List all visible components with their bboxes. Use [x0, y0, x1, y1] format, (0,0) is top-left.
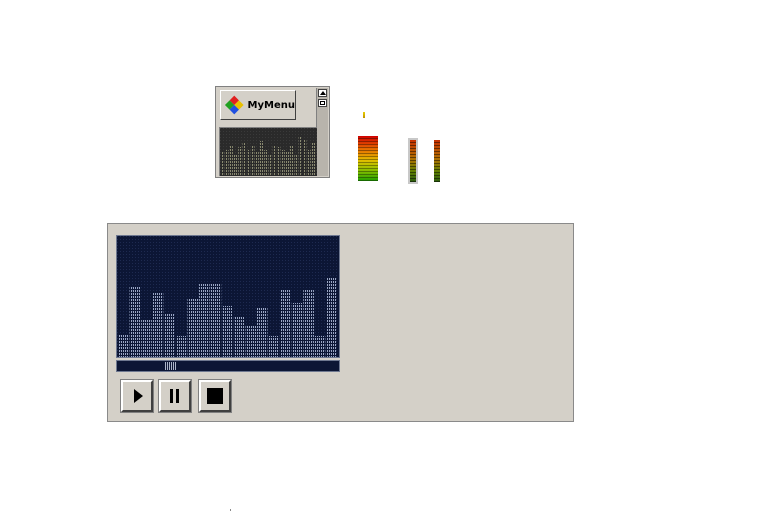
pause-button[interactable] [158, 379, 192, 413]
spectrum-bar-6 [175, 336, 187, 357]
mymenu-label: MyMenu [247, 99, 295, 111]
mini-spectrum-bar-17 [290, 145, 294, 176]
spectrum-bar-12 [245, 325, 256, 357]
player-panel [107, 223, 574, 422]
scroll-up-arrow-icon[interactable] [318, 89, 327, 97]
mini-spectrum-bar-11 [264, 150, 268, 176]
mini-spectrum-bar-8 [251, 145, 255, 176]
stop-button[interactable] [198, 379, 232, 413]
spectrum-bar-14 [268, 336, 280, 357]
mini-spectrum-bar-15 [281, 150, 285, 176]
stray-pixel [230, 509, 231, 511]
spectrum-bar-15 [280, 289, 291, 357]
mini-spectrum-bar-1 [221, 152, 225, 176]
mini-spectrum-bar-4 [234, 154, 238, 176]
spectrum-bar-17 [303, 289, 314, 357]
mini-spectrum-bar-20 [303, 139, 307, 176]
mini-spectrum-bar-16 [285, 152, 290, 176]
mini-spectrum-bar-7 [246, 150, 251, 176]
spectrum-bar-1 [118, 334, 129, 357]
mini-spectrum-bar-19 [298, 136, 302, 176]
mini-scrollbar[interactable] [316, 88, 328, 176]
mini-spectrum-bar-2 [225, 150, 229, 176]
left-level-meter [408, 138, 418, 184]
spectrum-bar-19 [326, 277, 337, 357]
mini-spectrum-bar-9 [255, 152, 259, 176]
spectrum-bar-18 [314, 336, 326, 357]
seek-thumb[interactable] [165, 362, 177, 370]
spectrum-bar-8 [199, 283, 210, 357]
spectrum-bar-9 [210, 284, 222, 357]
spectrum-bar-7 [187, 298, 199, 357]
mini-spectrum-display [219, 127, 317, 176]
mini-player-widget: MyMenu [215, 86, 330, 178]
spectrum-bar-11 [233, 316, 245, 357]
mini-spectrum-bar-13 [272, 145, 277, 176]
spectrum-bar-13 [256, 307, 268, 357]
right-level-meter [432, 138, 442, 184]
pause-icon [170, 389, 180, 403]
mini-spectrum-bar-21 [307, 150, 311, 176]
play-icon [134, 389, 143, 403]
spectrum-bar-10 [222, 306, 233, 357]
mini-spectrum-bar-22 [311, 143, 315, 176]
mini-spectrum-bar-6 [242, 143, 246, 176]
mini-spectrum-bar-5 [238, 147, 242, 176]
main-level-meter [358, 136, 378, 181]
mini-spectrum-bar-12 [268, 154, 272, 176]
colored-diamond-icon [224, 95, 244, 115]
mymenu-button[interactable]: MyMenu [220, 90, 296, 120]
seek-bar[interactable] [116, 360, 340, 372]
spectrum-bar-16 [291, 303, 303, 357]
mini-spectrum-bar-18 [294, 154, 298, 176]
spectrum-bar-4 [152, 293, 164, 357]
mini-spectrum-bar-14 [277, 147, 281, 176]
peak-indicator [363, 112, 365, 118]
spectrum-bar-3 [141, 320, 152, 357]
stop-icon [207, 388, 223, 404]
spectrum-bar-5 [164, 313, 175, 357]
mini-spectrum-bar-10 [259, 141, 264, 176]
spectrum-analyzer [116, 235, 340, 358]
play-button[interactable] [120, 379, 154, 413]
mini-spectrum-bar-3 [229, 145, 233, 176]
spectrum-bar-2 [129, 287, 141, 357]
scroll-thumb[interactable] [318, 99, 327, 107]
